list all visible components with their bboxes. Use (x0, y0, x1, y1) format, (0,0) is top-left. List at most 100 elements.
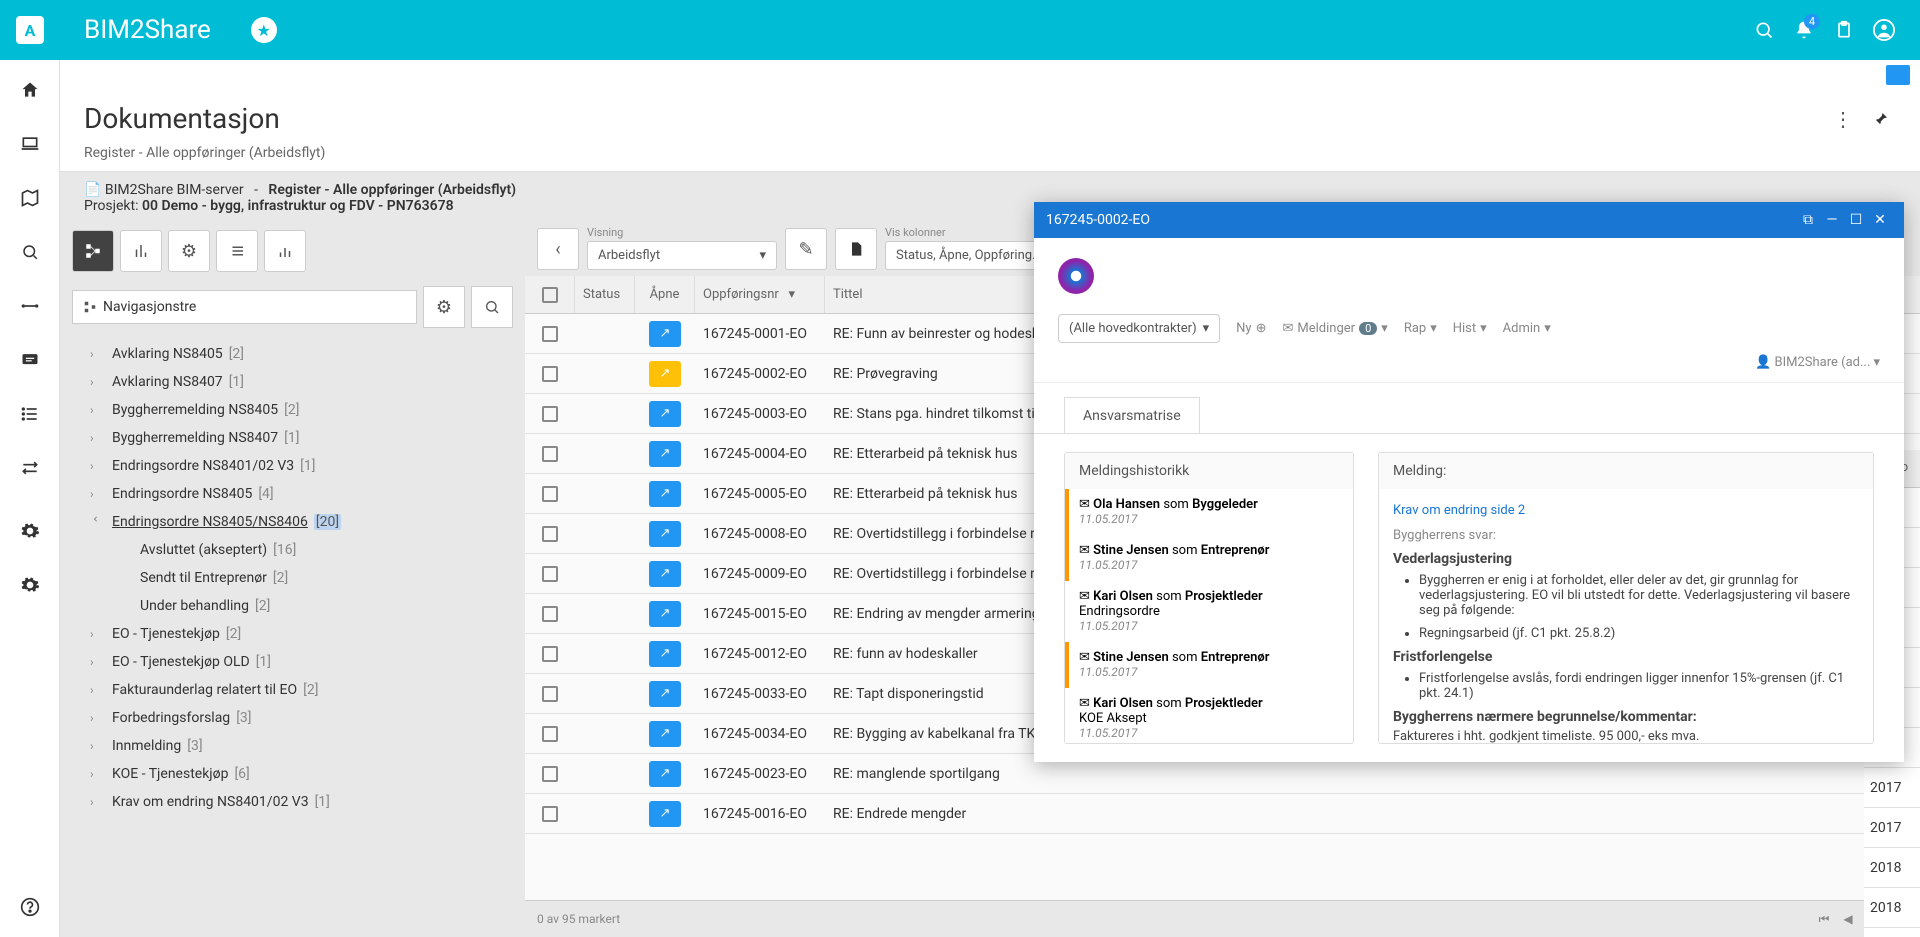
prev-button[interactable]: ‹ (537, 228, 579, 270)
row-checkbox[interactable] (525, 358, 575, 390)
table-row[interactable]: ↗ 167245-0016-EO RE: Endrede mengder (525, 794, 1920, 834)
row-checkbox[interactable] (525, 718, 575, 750)
history-item[interactable]: ✉ Kari Olsen som ProsjektlederKOE Aksept… (1065, 688, 1353, 743)
nav-settings-button[interactable]: ⚙ (423, 286, 465, 328)
maximize-icon[interactable]: ☐ (1844, 208, 1868, 232)
gear-button[interactable]: ⚙ (168, 230, 210, 272)
open-button[interactable]: ↗ (649, 521, 681, 547)
laptop-icon[interactable] (10, 124, 50, 164)
open-button[interactable]: ↗ (649, 321, 681, 347)
tree-mode-button[interactable] (72, 230, 114, 272)
tree-item[interactable]: ›Fakturaunderlag relatert til EO [2] (60, 676, 525, 704)
tree-item[interactable]: ›Byggherremelding NS8405 [2] (60, 396, 525, 424)
row-checkbox[interactable] (525, 518, 575, 550)
open-button[interactable]: ↗ (649, 401, 681, 427)
open-button[interactable]: ↗ (649, 761, 681, 787)
nav-search-button[interactable] (471, 286, 513, 328)
th-open[interactable]: Åpne (635, 276, 695, 313)
card-icon[interactable] (1886, 65, 1910, 85)
open-button[interactable]: ↗ (649, 361, 681, 387)
help-icon[interactable] (10, 887, 50, 927)
row-checkbox[interactable] (525, 598, 575, 630)
tab-responsibility[interactable]: Ansvarsmatrise (1064, 397, 1200, 434)
open-button[interactable]: ↗ (649, 441, 681, 467)
tree-item[interactable]: ›Avklaring NS8407 [1] (60, 368, 525, 396)
history-item[interactable]: ✉ Ola Hansen som Byggeleder11.05.2017 (1065, 489, 1353, 535)
history-item[interactable]: ✉ Stine Jensen som Entreprenør11.05.2017 (1065, 535, 1353, 581)
tree-item[interactable]: ›Avklaring NS8405 [2] (60, 340, 525, 368)
tree-item[interactable]: ›EO - Tjenestekjøp OLD [1] (60, 648, 525, 676)
tree-item[interactable]: ›Krav om endring NS8401/02 V3 [1] (60, 788, 525, 816)
search-icon[interactable] (1744, 10, 1784, 50)
new-button[interactable]: Ny ⊕ (1236, 321, 1266, 336)
tree-item[interactable]: ›Byggherremelding NS8407 [1] (60, 424, 525, 452)
timeline-icon[interactable] (10, 286, 50, 326)
settings-icon[interactable] (10, 565, 50, 605)
map-icon[interactable] (10, 178, 50, 218)
th-checkbox[interactable] (525, 276, 575, 313)
admin-button[interactable]: Admin ▾ (1503, 321, 1551, 336)
page-first-button[interactable]: ⏮ (1812, 907, 1836, 931)
open-button[interactable]: ↗ (649, 801, 681, 827)
history-button[interactable]: Hist ▾ (1453, 321, 1487, 336)
messages-button[interactable]: ✉ Meldinger 0 ▾ (1283, 321, 1388, 336)
view-select[interactable]: Arbeidsflyt▾ (587, 241, 777, 270)
tree-item[interactable]: ⌄Endringsordre NS8405/NS8406 [20] (60, 508, 525, 536)
popout-icon[interactable]: ⧉ (1796, 208, 1820, 232)
tree-item[interactable]: ›Forbedringsforslag [3] (60, 704, 525, 732)
search-rail-icon[interactable] (10, 232, 50, 272)
list-icon[interactable] (10, 394, 50, 434)
open-button[interactable]: ↗ (649, 481, 681, 507)
clipboard-icon[interactable] (1824, 10, 1864, 50)
history-item[interactable]: ✉ Kari Olsen som ProsjektlederEndringsor… (1065, 581, 1353, 642)
account-icon[interactable] (1864, 10, 1904, 50)
app-logo-icon[interactable]: A (16, 16, 44, 44)
tree-item[interactable]: ›Innmelding [3] (60, 732, 525, 760)
gear-icon[interactable] (10, 511, 50, 551)
chart-button[interactable] (120, 230, 162, 272)
tree-item[interactable]: ›Endringsordre NS8401/02 V3 [1] (60, 452, 525, 480)
open-button[interactable]: ↗ (649, 561, 681, 587)
report-button[interactable]: Rap ▾ (1404, 321, 1437, 336)
home-icon[interactable] (10, 70, 50, 110)
row-checkbox[interactable] (525, 318, 575, 350)
row-checkbox[interactable] (525, 438, 575, 470)
stats-button[interactable] (264, 230, 306, 272)
dialog-titlebar[interactable]: 167245-0002-EO ⧉ — ☐ ✕ (1034, 202, 1904, 238)
tree-item[interactable]: ›Endringsordre NS8405 [4] (60, 480, 525, 508)
tree-item[interactable]: ›KOE - Tjenestekjøp [6] (60, 760, 525, 788)
row-checkbox[interactable] (525, 798, 575, 830)
bell-icon[interactable]: 4 (1784, 10, 1824, 50)
open-button[interactable]: ↗ (649, 641, 681, 667)
page-prev-button[interactable]: ◀ (1836, 907, 1860, 931)
row-checkbox[interactable] (525, 558, 575, 590)
detail-link[interactable]: Krav om endring side 2 (1393, 503, 1525, 518)
row-checkbox[interactable] (525, 678, 575, 710)
tree-item[interactable]: ›EO - Tjenestekjøp [2] (60, 620, 525, 648)
open-button[interactable]: ↗ (649, 721, 681, 747)
edit-button[interactable]: ✎ (785, 228, 827, 270)
tree-child-item[interactable]: Avsluttet (akseptert) [16] (60, 536, 525, 564)
row-checkbox[interactable] (525, 398, 575, 430)
pin-icon[interactable] (1866, 104, 1896, 134)
row-checkbox[interactable] (525, 638, 575, 670)
document-button[interactable] (835, 228, 877, 270)
tree-child-item[interactable]: Under behandling [2] (60, 592, 525, 620)
dialog-user[interactable]: 👤 BIM2Share (ad... ▾ (1034, 351, 1904, 383)
tree-child-item[interactable]: Sendt til Entreprenør [2] (60, 564, 525, 592)
th-status[interactable]: Status (575, 276, 635, 313)
list-button[interactable] (216, 230, 258, 272)
repeat-icon[interactable] (10, 448, 50, 488)
history-item[interactable]: ✉ Stine Jensen som Entreprenør11.05.2017 (1065, 642, 1353, 688)
more-vert-icon[interactable]: ⋮ (1828, 104, 1858, 134)
row-checkbox[interactable] (525, 478, 575, 510)
open-button[interactable]: ↗ (649, 601, 681, 627)
star-icon[interactable]: ★ (251, 17, 277, 43)
th-nr[interactable]: Oppføringsnr ▾ (695, 276, 825, 313)
open-button[interactable]: ↗ (649, 681, 681, 707)
minimize-icon[interactable]: — (1820, 208, 1844, 232)
contracts-select[interactable]: (Alle hovedkontrakter) ▾ (1058, 314, 1220, 343)
row-checkbox[interactable] (525, 758, 575, 790)
close-icon[interactable]: ✕ (1868, 208, 1892, 232)
comment-icon[interactable] (10, 340, 50, 380)
